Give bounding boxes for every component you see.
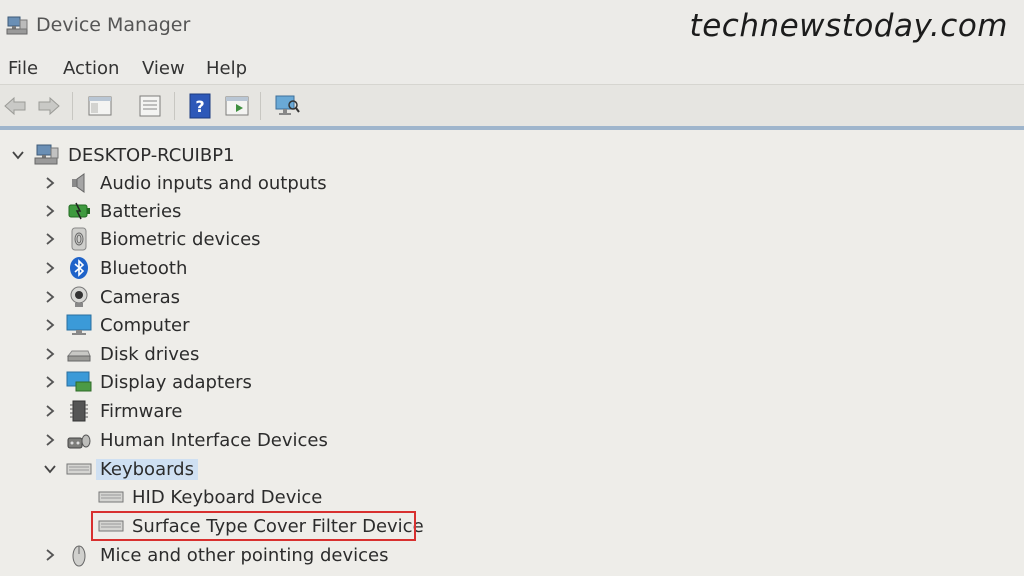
tree-item-biometric[interactable]: Biometric devices: [42, 225, 261, 253]
tree-item-label: Cameras: [100, 286, 181, 308]
toolbar: ?: [0, 84, 1024, 126]
tree-item-display-adapters[interactable]: Display adapters: [42, 368, 252, 396]
chevron-right-icon[interactable]: [42, 547, 58, 563]
chevron-down-icon[interactable]: [10, 147, 26, 163]
chevron-right-icon[interactable]: [42, 231, 58, 247]
battery-icon: [68, 202, 90, 220]
bluetooth-icon: [70, 257, 88, 279]
chevron-right-icon[interactable]: [42, 289, 58, 305]
chevron-down-icon[interactable]: [42, 461, 58, 477]
firmware-chip-icon: [70, 400, 88, 422]
window-title: Device Manager: [36, 14, 191, 36]
display-adapter-icon: [66, 371, 92, 392]
tree-child-label: HID Keyboard Device: [132, 486, 323, 508]
back-arrow-icon[interactable]: [2, 93, 28, 119]
properties-icon[interactable]: [137, 93, 163, 119]
menu-bar: File Action View Help: [0, 52, 1024, 84]
tree-item-mice[interactable]: Mice and other pointing devices: [42, 541, 388, 569]
chevron-right-icon[interactable]: [42, 346, 58, 362]
highlight-box: [91, 511, 416, 541]
tree-item-computer[interactable]: Computer: [42, 311, 189, 339]
chevron-right-icon[interactable]: [42, 317, 58, 333]
scan-hardware-icon[interactable]: [274, 93, 300, 119]
tree-item-label: Display adapters: [100, 371, 252, 393]
menu-file[interactable]: File: [8, 58, 38, 79]
svg-text:?: ?: [195, 97, 204, 116]
chevron-right-icon[interactable]: [42, 175, 58, 191]
speaker-icon: [72, 173, 85, 193]
hid-icon: [67, 434, 91, 449]
fingerprint-icon: [71, 227, 87, 251]
tree-item-disk-drives[interactable]: Disk drives: [42, 340, 199, 368]
tree-item-label: Firmware: [100, 400, 183, 422]
menu-action[interactable]: Action: [63, 58, 119, 79]
tree-item-label: Audio inputs and outputs: [100, 172, 327, 194]
computer-network-icon: [34, 144, 59, 165]
tree-item-label: Human Interface Devices: [100, 429, 328, 451]
chevron-right-icon[interactable]: [42, 432, 58, 448]
tree-root-label: DESKTOP-RCUIBP1: [68, 144, 235, 166]
tree-item-label: Bluetooth: [100, 257, 188, 279]
tree-item-label: Keyboards: [96, 458, 198, 480]
run-action-icon[interactable]: [224, 93, 250, 119]
keyboard-icon: [98, 491, 124, 503]
toolbar-separator: [260, 92, 261, 120]
tree-item-audio[interactable]: Audio inputs and outputs: [42, 169, 327, 197]
tree-item-cameras[interactable]: Cameras: [42, 283, 180, 311]
menu-view[interactable]: View: [142, 58, 185, 79]
watermark: technewstoday.com: [689, 8, 1008, 44]
tree-item-batteries[interactable]: Batteries: [42, 197, 181, 225]
disk-drive-icon: [66, 350, 91, 362]
tree-item-bluetooth[interactable]: Bluetooth: [42, 254, 187, 282]
tree-root[interactable]: DESKTOP-RCUIBP1: [10, 141, 235, 169]
tree-item-keyboards[interactable]: Keyboards: [42, 455, 198, 483]
tree-child-hid-keyboard[interactable]: HID Keyboard Device: [98, 483, 322, 511]
chevron-right-icon[interactable]: [42, 203, 58, 219]
tree-item-label: Mice and other pointing devices: [100, 544, 389, 566]
mouse-icon: [72, 545, 86, 567]
tree-item-label: Disk drives: [100, 343, 200, 365]
tree-item-hid[interactable]: Human Interface Devices: [42, 426, 328, 454]
chevron-right-icon[interactable]: [42, 374, 58, 390]
toolbar-separator: [72, 92, 73, 120]
tree-item-label: Batteries: [100, 200, 182, 222]
menu-help[interactable]: Help: [206, 58, 247, 79]
toolbar-separator: [174, 92, 175, 120]
tree-item-firmware[interactable]: Firmware: [42, 397, 183, 425]
chevron-right-icon[interactable]: [42, 403, 58, 419]
monitor-icon: [66, 314, 92, 335]
help-icon[interactable]: ?: [187, 93, 213, 119]
forward-arrow-icon[interactable]: [36, 93, 62, 119]
keyboard-icon: [66, 463, 92, 475]
device-manager-icon: [6, 16, 28, 35]
chevron-right-icon[interactable]: [42, 260, 58, 276]
show-hide-console-tree-icon[interactable]: [87, 93, 113, 119]
title-bar: Device Manager technewstoday.com: [0, 0, 1024, 52]
tree-item-label: Biometric devices: [100, 228, 261, 250]
tree-item-label: Computer: [100, 314, 190, 336]
webcam-icon: [70, 286, 88, 307]
